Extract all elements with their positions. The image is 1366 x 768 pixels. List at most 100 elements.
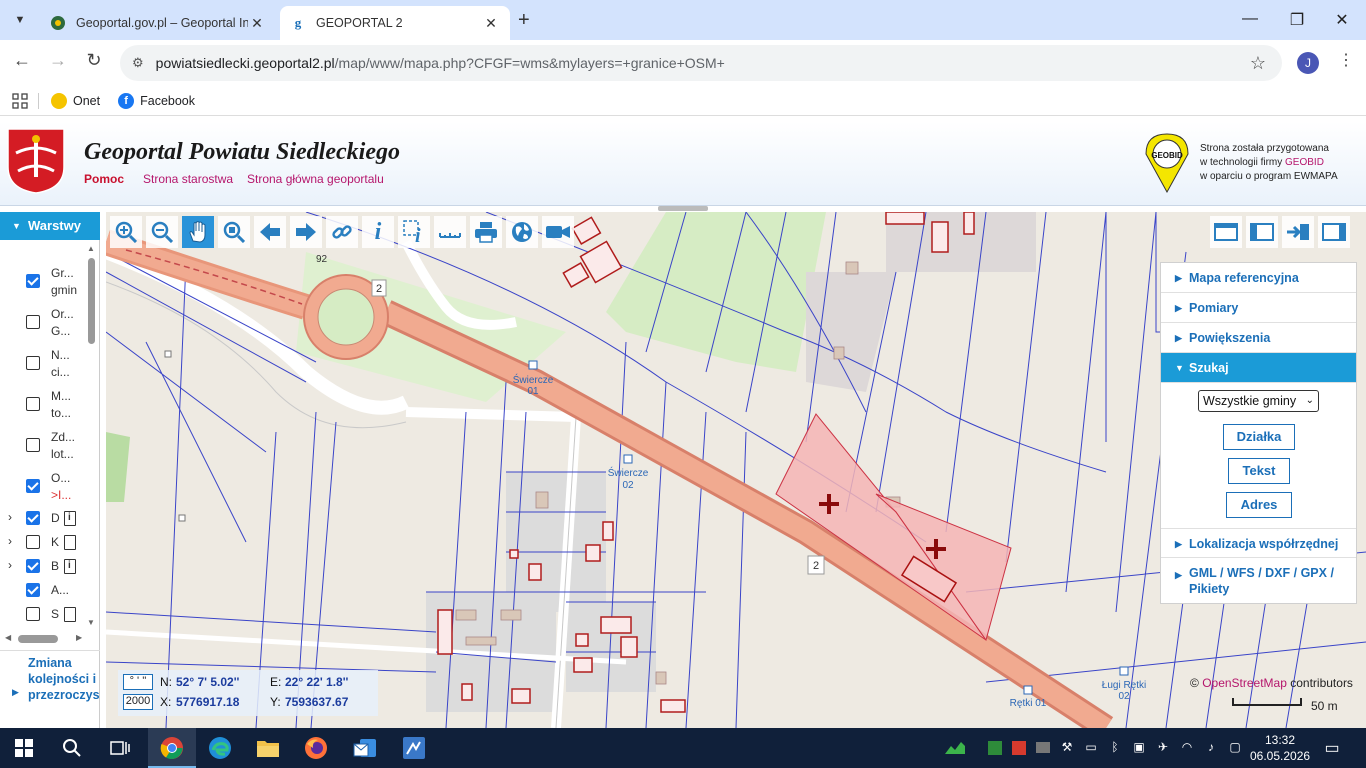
layer-item[interactable]: › D bbox=[0, 510, 88, 528]
file-explorer-icon[interactable] bbox=[256, 736, 280, 760]
coordinate-location-section[interactable]: ▶ Lokalizacja współrzędnej bbox=[1161, 528, 1356, 558]
minimize-icon[interactable]: — bbox=[1240, 10, 1260, 28]
layer-item[interactable]: N... ci... bbox=[0, 346, 88, 382]
municipality-select[interactable]: Wszystkie gminy ⌄ bbox=[1198, 390, 1319, 412]
search-section[interactable]: ▼ Szukaj bbox=[1161, 353, 1356, 383]
info-icon[interactable]: i bbox=[362, 216, 394, 248]
layer-checkbox[interactable] bbox=[26, 511, 40, 525]
search-parcel-button[interactable]: Działka bbox=[1223, 424, 1295, 450]
reference-map-section[interactable]: ▶ Mapa referencyjna bbox=[1161, 263, 1356, 293]
link-icon[interactable] bbox=[326, 216, 358, 248]
starostwo-link[interactable]: Strona starostwa bbox=[143, 172, 233, 186]
info-area-icon[interactable]: i bbox=[398, 216, 430, 248]
back-arrow-icon[interactable] bbox=[254, 216, 286, 248]
close-window-icon[interactable]: ✕ bbox=[1332, 10, 1352, 30]
forward-icon[interactable]: → bbox=[45, 50, 71, 71]
zooms-section[interactable]: ▶ Powiększenia bbox=[1161, 323, 1356, 353]
layer-doc-icon[interactable] bbox=[64, 607, 76, 622]
new-tab-icon[interactable]: + bbox=[518, 9, 530, 32]
globe-icon[interactable] bbox=[506, 216, 538, 248]
tray-app-icon[interactable] bbox=[1035, 740, 1051, 756]
reload-icon[interactable]: ↻ bbox=[81, 50, 107, 71]
site-settings-icon[interactable]: ⚙ bbox=[132, 55, 144, 71]
zoom-out-icon[interactable] bbox=[146, 216, 178, 248]
expand-chevron-icon[interactable]: › bbox=[8, 534, 12, 548]
back-icon[interactable]: ← bbox=[9, 50, 35, 71]
layer-info-doc-icon[interactable] bbox=[64, 559, 76, 574]
zoom-in-icon[interactable] bbox=[110, 216, 142, 248]
expand-chevron-icon[interactable]: › bbox=[8, 558, 12, 572]
layer-item[interactable]: › B bbox=[0, 558, 88, 576]
profile-avatar[interactable]: J bbox=[1297, 52, 1319, 74]
help-link[interactable]: Pomoc bbox=[84, 172, 124, 186]
layer-checkbox[interactable] bbox=[26, 438, 40, 452]
layer-item[interactable]: Zd... lot... bbox=[0, 428, 88, 464]
taskbar-clock[interactable]: 13:32 06.05.2026 bbox=[1250, 732, 1310, 764]
address-bar[interactable]: ⚙ powiatsiedlecki.geoportal2.pl/map/www/… bbox=[120, 45, 1282, 81]
bookmark-star-icon[interactable]: ☆ bbox=[1250, 53, 1266, 74]
layer-item[interactable]: Or... G... bbox=[0, 305, 88, 341]
browser-tab-geoportal2[interactable]: g GEOPORTAL 2 ✕ bbox=[280, 6, 510, 40]
layer-checkbox[interactable] bbox=[26, 535, 40, 549]
gml-export-section[interactable]: ▶ GML / WFS / DXF / GPX / Pikiety bbox=[1161, 559, 1356, 603]
wifi-icon[interactable]: ◠ bbox=[1179, 740, 1195, 756]
layer-item[interactable]: Gr... gmin bbox=[0, 264, 88, 300]
bluetooth-icon[interactable]: ᛒ bbox=[1107, 740, 1123, 756]
battery-icon[interactable]: ▭ bbox=[1083, 740, 1099, 756]
scroll-down-icon[interactable]: ▼ bbox=[87, 618, 95, 627]
layer-item[interactable]: › K bbox=[0, 534, 88, 552]
firefox-icon[interactable] bbox=[304, 736, 328, 760]
pan-hand-icon[interactable] bbox=[182, 216, 214, 248]
layer-checkbox[interactable] bbox=[26, 397, 40, 411]
tray-app-icon[interactable]: ▣ bbox=[1131, 740, 1147, 756]
layout-top-icon[interactable] bbox=[1210, 216, 1242, 248]
restore-icon[interactable]: ❐ bbox=[1287, 10, 1307, 30]
horizontal-scrollbar[interactable] bbox=[18, 635, 58, 643]
layer-checkbox[interactable] bbox=[26, 607, 40, 621]
openstreetmap-link[interactable]: OpenStreetMap bbox=[1202, 676, 1287, 690]
layer-checkbox[interactable] bbox=[26, 559, 40, 573]
display-icon[interactable]: ▢ bbox=[1227, 740, 1243, 756]
network-off-icon[interactable]: ✈ bbox=[1155, 740, 1171, 756]
camera-icon[interactable] bbox=[542, 216, 574, 248]
layer-checkbox[interactable] bbox=[26, 479, 40, 493]
volume-icon[interactable]: ♪ bbox=[1203, 740, 1219, 756]
tray-app-icon[interactable] bbox=[987, 740, 1003, 756]
apps-grid-icon[interactable] bbox=[12, 92, 28, 109]
zoom-window-icon[interactable] bbox=[218, 216, 250, 248]
bookmark-onet[interactable]: Onet bbox=[51, 92, 100, 109]
layer-item[interactable]: O... >I... bbox=[0, 469, 88, 505]
layer-checkbox[interactable] bbox=[26, 583, 40, 597]
mail-icon[interactable] bbox=[352, 736, 376, 760]
scroll-left-icon[interactable]: ◀ bbox=[5, 633, 11, 642]
menu-kebab-icon[interactable]: ⋮ bbox=[1338, 50, 1354, 70]
scroll-right-icon[interactable]: ▶ bbox=[76, 633, 82, 642]
measurements-section[interactable]: ▶ Pomiary bbox=[1161, 293, 1356, 323]
tab-search-icon[interactable]: ▼ bbox=[8, 8, 32, 32]
layer-item[interactable]: M... to... bbox=[0, 387, 88, 423]
search-address-button[interactable]: Adres bbox=[1226, 492, 1292, 518]
edge-icon[interactable] bbox=[208, 736, 232, 760]
windows-start-icon[interactable] bbox=[12, 736, 36, 760]
print-icon[interactable] bbox=[470, 216, 502, 248]
panel-collapse-icon[interactable] bbox=[1282, 216, 1314, 248]
vertical-scrollbar[interactable] bbox=[88, 258, 95, 344]
layer-order-section[interactable]: ▶ Zmiana kolejności i przezroczys bbox=[0, 650, 100, 728]
tray-app-icon[interactable] bbox=[1011, 740, 1027, 756]
search-text-button[interactable]: Tekst bbox=[1228, 458, 1290, 484]
tray-tools-icon[interactable]: ⚒ bbox=[1059, 740, 1075, 756]
header-collapse-handle[interactable] bbox=[658, 206, 708, 211]
main-page-link[interactable]: Strona główna geoportalu bbox=[247, 172, 384, 186]
degree-format-button[interactable]: ° ' '' bbox=[123, 674, 153, 690]
app-icon[interactable] bbox=[402, 736, 426, 760]
layout-right-icon[interactable] bbox=[1318, 216, 1350, 248]
scroll-up-icon[interactable]: ▲ bbox=[87, 244, 95, 253]
layout-left-icon[interactable] bbox=[1246, 216, 1278, 248]
forward-arrow-icon[interactable] bbox=[290, 216, 322, 248]
close-tab-icon[interactable]: ✕ bbox=[248, 15, 266, 32]
chrome-icon[interactable] bbox=[160, 736, 184, 760]
notifications-icon[interactable]: ▭ bbox=[1324, 738, 1340, 757]
layers-panel-header[interactable]: ▼ Warstwy bbox=[0, 212, 100, 240]
layer-item[interactable]: A... bbox=[0, 582, 88, 600]
measure-icon[interactable] bbox=[434, 216, 466, 248]
